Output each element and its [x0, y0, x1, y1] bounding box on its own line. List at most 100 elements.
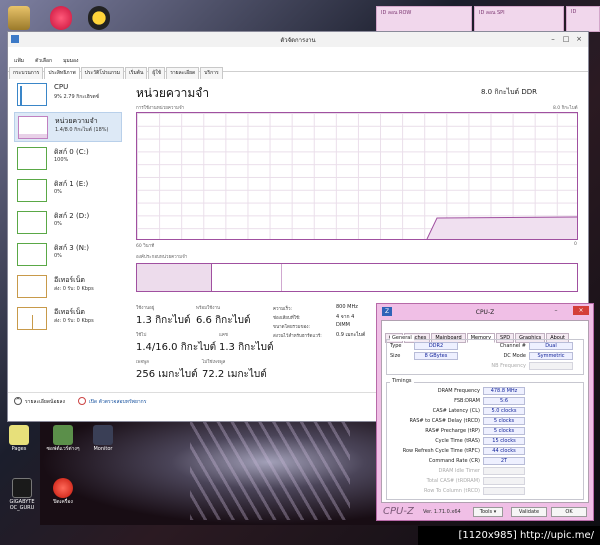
sidebar-item-disk-2[interactable]: ดิสก์ 2 (D:) 0% [14, 208, 122, 238]
timing-label: Row To Column (tRCD) [423, 488, 480, 494]
stat-in-use: 1.3 กิกะไบต์ [136, 315, 191, 326]
sidebar-item-subtitle: 0% [54, 189, 62, 195]
sidebar-item-ethernet-2[interactable]: อีเทอร์เน็ต ส่ง: 0 รับ: 0 Kbps [14, 304, 122, 334]
row-to-column-value [483, 487, 525, 495]
dram-idle-timer-value [483, 467, 525, 475]
sidebar-item-ethernet-1[interactable]: อีเทอร์เน็ต ส่ง: 0 รับ: 0 Kbps [14, 272, 122, 302]
tools-button[interactable]: Tools ▾ [473, 507, 503, 517]
memory-composition-bar [136, 263, 578, 292]
menu-bar: แฟ้ม ตัวเลือก มุมมอง [8, 47, 588, 64]
disk-thumbnail [17, 243, 47, 266]
sidebar-item-subtitle: 0% [54, 253, 62, 259]
ok-button[interactable]: OK [551, 507, 587, 517]
cpuz-minimize-button[interactable]: – [551, 306, 561, 315]
desktop-icon-monitor[interactable]: Monitor [88, 425, 118, 452]
kv-slots: 4 จาก 4 [336, 314, 355, 320]
sidebar-item-disk-0[interactable]: ดิสก์ 0 (C:) 100% [14, 144, 122, 174]
tab-details[interactable]: รายละเอียด [166, 67, 200, 79]
minimize-button[interactable]: – [548, 34, 558, 44]
monitor-icon [93, 425, 113, 445]
trcd-value: 5 clocks [483, 417, 525, 425]
pink-window-1[interactable]: ID ลอน ROW [376, 6, 472, 32]
kv-hardware-reserved: 0.9 เมกะไบต์ [336, 332, 366, 338]
folder-icon[interactable] [8, 6, 30, 30]
pink-window-3[interactable]: ID [566, 6, 600, 32]
pink-window-label: ID ลอน SPI [479, 10, 505, 16]
sidebar-item-cpu[interactable]: CPU 9% 2.79 กิกะเฮิรตซ์ [14, 80, 122, 110]
sidebar-item-memory[interactable]: หน่วยความจำ 1.4/8.0 กิกะไบต์ (18%) [14, 112, 122, 142]
chevron-up-icon[interactable]: ^ [14, 397, 22, 405]
kv-label: ช่องเสียบที่ใช้: [273, 316, 301, 321]
desktop-icon-shutdown[interactable]: ปิดเครื่อง [48, 478, 78, 505]
open-resource-monitor-link[interactable]: เปิด ตัวตรวจสอบทรัพยากร [89, 398, 146, 406]
nb-frequency-value [529, 362, 573, 370]
kv-label: ขนาดโดยรวมของ: [273, 325, 310, 330]
dcmode-value: Symmetric [529, 352, 573, 360]
desktop-icon-label: Pages [11, 446, 27, 452]
stat-label: ใช้ไป [136, 333, 147, 338]
desktop-icon-gigabyte[interactable]: GIGABYTE OC_GURU [4, 478, 40, 511]
stat-available: 6.6 กิกะไบต์ [196, 315, 251, 326]
tab-startup[interactable]: เริ่มต้น [125, 67, 148, 79]
command-rate-value: 2T [483, 457, 525, 465]
timings-group-title: Timings [390, 378, 414, 384]
sidebar-item-subtitle: 1.4/8.0 กิกะไบต์ (18%) [55, 127, 109, 133]
composition-in-use [137, 264, 212, 291]
tab-bar: กระบวนการ ประสิทธิภาพ ประวัติโปรแกรม เริ่มต… [8, 59, 588, 79]
tab-performance[interactable]: ประสิทธิภาพ [44, 67, 80, 79]
tab-app-history[interactable]: ประวัติโปรแกรม [80, 67, 125, 79]
sidebar-item-disk-1[interactable]: ดิสก์ 1 (E:) 0% [14, 176, 122, 206]
trp-value: 5 clocks [483, 427, 525, 435]
cpu-thumbnail [17, 83, 47, 106]
stat-label: ใช้งานอยู่ [136, 306, 155, 311]
memory-size-value: 8 GBytes [414, 352, 458, 360]
channel-value: Dual [529, 342, 573, 350]
trfc-value: 44 clocks [483, 447, 525, 455]
timing-label: DRAM Frequency [437, 388, 480, 394]
chart-label: การใช้งานหน่วยความจำ [136, 106, 185, 111]
tab-processes[interactable]: กระบวนการ [9, 67, 44, 79]
stat-cached: 1.3 กิกะไบต์ [219, 342, 274, 353]
validate-button[interactable]: Validate [511, 507, 547, 517]
composition-standby [212, 264, 282, 291]
tab-users[interactable]: ผู้ใช้ [148, 67, 166, 79]
folder-icon [53, 425, 73, 445]
window-title: ตัวจัดการงาน [280, 37, 316, 44]
memory-usage-graph [426, 216, 577, 239]
cpuz-brand-logo: CPU-Z [383, 506, 414, 517]
sidebar-item-disk-3[interactable]: ดิสก์ 3 (N:) 0% [14, 240, 122, 270]
timing-label: Row Refresh Cycle Time (tRFC) [402, 448, 480, 454]
fewer-details-link[interactable]: รายละเอียดน้อยลง [25, 398, 65, 406]
media-player-icon[interactable] [88, 6, 110, 30]
image-host-banner: [1120x985] http://upic.me/ [418, 526, 600, 545]
desktop-icon-software[interactable]: ซอฟต์แวร์ต่างๆ [45, 425, 81, 452]
memory-type-value: DDR2 [414, 342, 458, 350]
disk-thumbnail [17, 147, 47, 170]
pink-window-2[interactable]: ID ลอน SPI [474, 6, 564, 32]
timing-label: CAS# Latency (CL) [432, 408, 480, 414]
title-bar[interactable]: ตัวจัดการงาน – □ × [8, 32, 588, 47]
stat-label: พร้อมใช้งาน [196, 306, 221, 311]
cpuz-window[interactable]: Z CPU-Z – × CPUCachesMainboardMemorySPDG… [376, 303, 594, 521]
desktop-icon-label: ซอฟต์แวร์ต่างๆ [46, 446, 80, 452]
timing-label: FSB:DRAM [454, 398, 480, 404]
desktop-icon-pages[interactable]: Pages [4, 425, 34, 452]
sidebar-item-subtitle: 100% [54, 157, 69, 163]
gigabyte-icon [12, 478, 32, 498]
kv-label: ความเร็ว: [273, 307, 293, 312]
stat-label: แคช [219, 333, 228, 338]
timing-label: RAS# to CAS# Delay (tRCD) [409, 418, 480, 424]
tab-services[interactable]: บริการ [200, 67, 223, 79]
cpuz-footer: CPU-Z Ver. 1.71.0.x64 Tools ▾ Validate O… [377, 504, 593, 520]
sidebar-item-subtitle: ส่ง: 0 รับ: 0 Kbps [54, 286, 94, 292]
music-app-icon[interactable] [50, 6, 72, 30]
maximize-button[interactable]: □ [561, 34, 571, 44]
cpuz-close-button[interactable]: × [573, 306, 589, 315]
close-button[interactable]: × [574, 34, 584, 44]
network-thumbnail [17, 275, 47, 298]
sidebar-item-title: CPU [54, 83, 69, 91]
pink-window-label: ID ลอน ROW [381, 10, 412, 16]
desktop-icon-label: ปิดเครื่อง [53, 499, 73, 505]
cpuz-body: CPUCachesMainboardMemorySPDGraphicsAbout… [381, 320, 589, 503]
page-title: หน่วยความจำ [136, 86, 210, 100]
